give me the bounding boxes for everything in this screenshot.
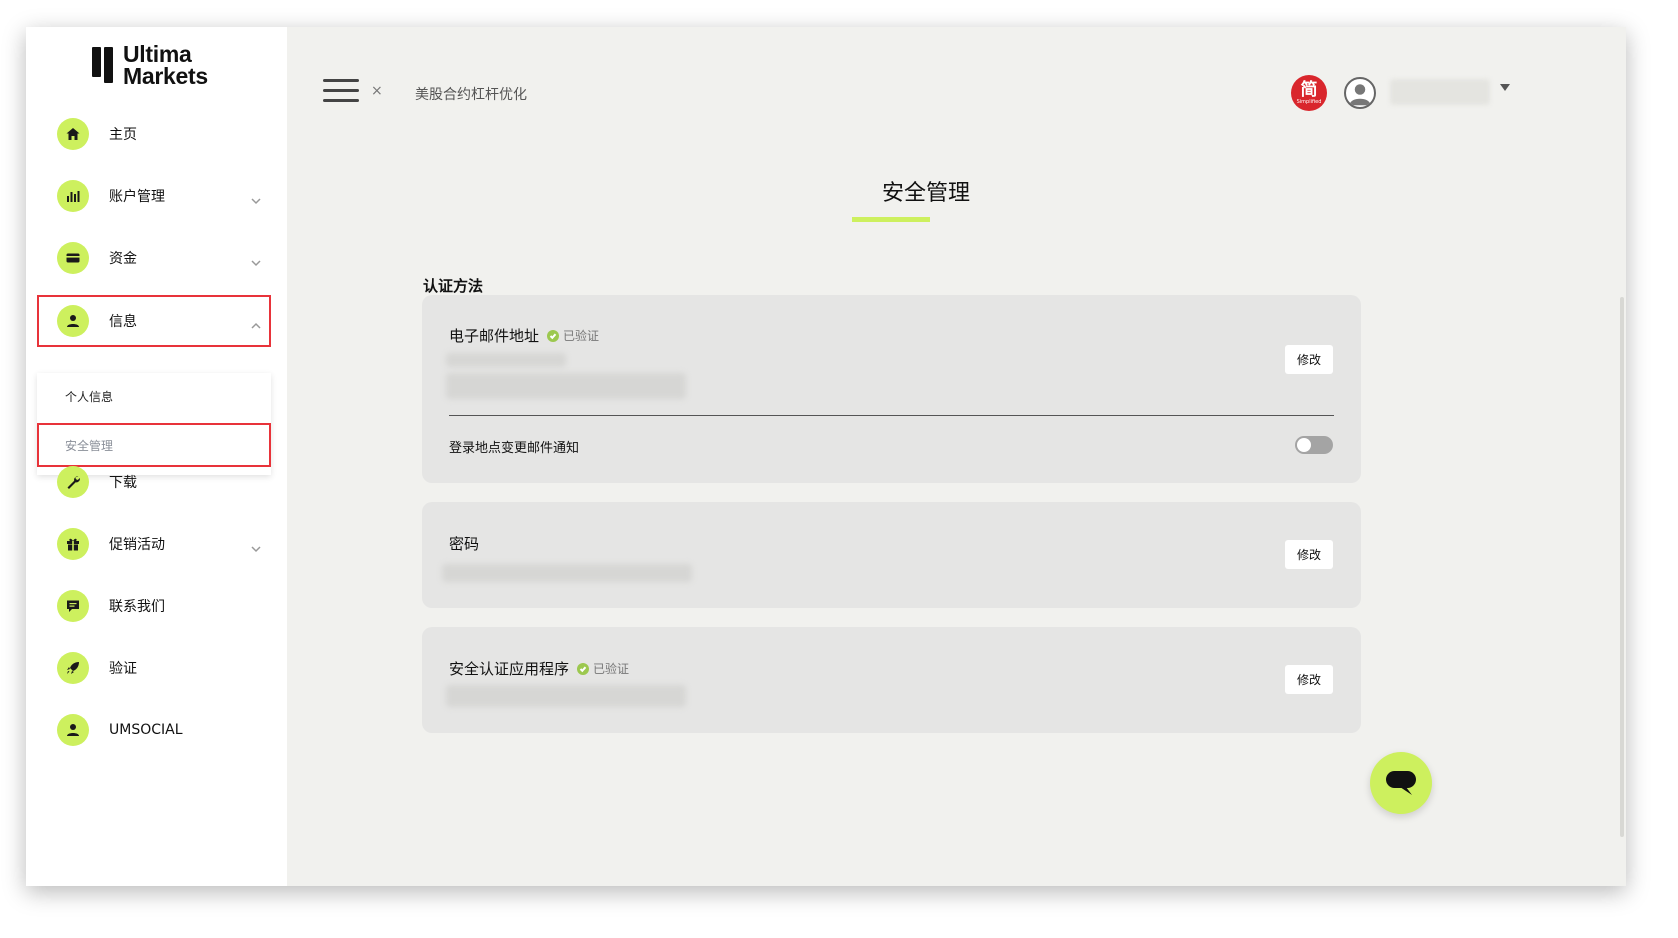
authenticator-card: 安全认证应用程序 已验证 修改 [422,627,1361,733]
language-sublabel: Simplified [1296,98,1322,105]
authenticator-card-header: 安全认证应用程序 已验证 [449,658,629,679]
chevron-down-icon [251,253,261,267]
authenticator-value-redacted [446,685,686,707]
sidebar-item-promotions[interactable]: 促销活动 [37,515,271,573]
sidebar-item-label: 促销活动 [109,537,165,553]
authenticator-card-title: 安全认证应用程序 [449,660,570,678]
email-card-header: 电子邮件地址 已验证 [449,325,599,346]
edit-password-button[interactable]: 修改 [1285,540,1333,569]
verified-badge: 已验证 [547,327,599,344]
home-icon [57,118,89,150]
password-value-redacted [442,564,692,582]
check-circle-icon [547,329,560,342]
sidebar-item-label: 验证 [109,661,137,677]
sidebar-item-label: 账户管理 [109,189,165,205]
section-title: 认证方法 [423,277,484,295]
breadcrumb[interactable]: 美股合约杠杆优化 [415,84,527,104]
sidebar-item-label: 下载 [109,475,137,491]
chat-icon [57,590,89,622]
password-card: 密码 修改 [422,502,1361,608]
brand-logo[interactable]: Ultima Markets [92,41,208,89]
app-window: Ultima Markets 主页 账户管理 资金 信息 个人信息 安全管理 下… [26,27,1626,886]
login-location-notify-label: 登录地点变更邮件通知 [449,441,580,456]
live-chat-button[interactable] [1370,752,1432,814]
email-value-redacted [446,373,686,399]
check-circle-icon [577,662,590,675]
email-card: 电子邮件地址 已验证 修改 登录地点变更邮件通知 [422,295,1361,483]
login-location-notify-toggle[interactable] [1295,436,1333,454]
sidebar-item-home[interactable]: 主页 [37,105,271,163]
sidebar-item-info[interactable]: 信息 [37,295,271,347]
user-icon [57,714,89,746]
verified-badge: 已验证 [577,660,629,677]
divider [449,415,1334,416]
language-label: 简 [1300,79,1318,100]
menu-toggle-button[interactable] [323,79,359,105]
verified-label: 已验证 [563,329,600,343]
sidebar-item-funds[interactable]: 资金 [37,229,271,287]
scrollbar[interactable] [1620,297,1624,837]
sidebar-item-label: 主页 [109,127,137,143]
sidebar-item-label: 联系我们 [109,599,165,615]
close-tab-icon[interactable]: × [371,83,383,99]
chevron-down-icon [251,191,261,205]
avatar[interactable] [1344,77,1376,109]
wrench-icon [57,466,89,498]
user-name-redacted [1390,79,1490,105]
chat-bubble-icon [1386,771,1416,795]
logo-mark-icon [92,47,113,83]
sidebar-item-label: 信息 [109,314,137,330]
wallet-icon [57,242,89,274]
sidebar-item-download[interactable]: 下载 [37,453,271,511]
language-switch-button[interactable]: 简 Simplified [1291,75,1327,111]
bar-chart-icon [57,180,89,212]
email-value-redacted [446,353,566,367]
chevron-up-icon [251,316,261,329]
sidebar-item-label: 资金 [109,251,137,267]
user-icon [57,305,89,337]
page-title: 安全管理 [881,181,970,206]
title-underline [852,217,930,222]
user-menu-caret-icon[interactable] [1500,84,1510,91]
brand-name: Ultima Markets [123,41,208,89]
gift-icon [57,528,89,560]
email-card-title: 电子邮件地址 [449,327,540,345]
chevron-down-icon [251,539,261,553]
verified-label: 已验证 [593,662,630,676]
sidebar-item-umsocial[interactable]: UMSOCIAL [37,701,271,759]
sidebar-item-account-management[interactable]: 账户管理 [37,167,271,225]
password-card-title: 密码 [449,535,480,553]
password-card-header: 密码 [449,533,479,554]
submenu-item-personal-info[interactable]: 个人信息 [37,373,271,419]
rocket-icon [57,652,89,684]
sidebar-item-label: UMSOCIAL [109,722,183,738]
sidebar-item-contact-us[interactable]: 联系我们 [37,577,271,635]
edit-email-button[interactable]: 修改 [1285,345,1333,374]
edit-authenticator-button[interactable]: 修改 [1285,665,1333,694]
sidebar-item-verification[interactable]: 验证 [37,639,271,697]
sidebar: Ultima Markets 主页 账户管理 资金 信息 个人信息 安全管理 下… [26,27,287,886]
